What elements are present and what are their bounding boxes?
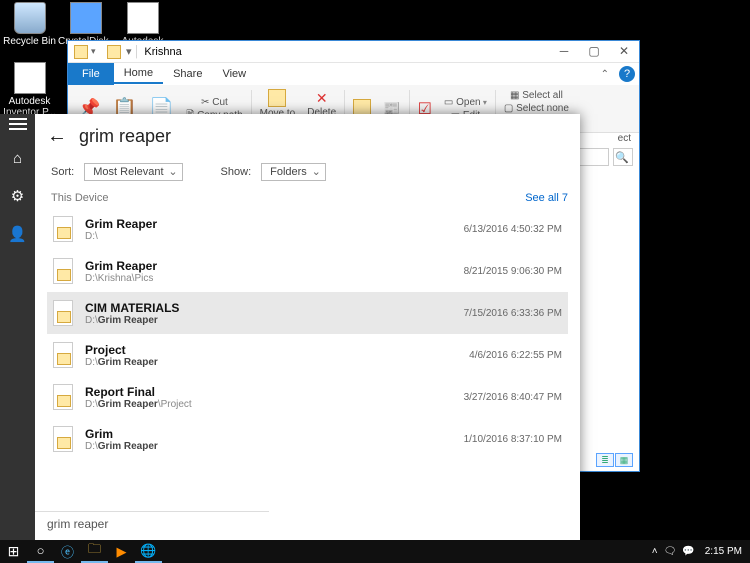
section-label: This Device	[51, 192, 108, 204]
icon-label: Recycle Bin	[2, 36, 57, 47]
folder-icon	[53, 426, 73, 452]
collapse-ribbon-icon[interactable]: ⌃	[595, 66, 615, 83]
result-row[interactable]: CIM MATERIALSD:\Grim Reaper 7/15/2016 6:3…	[47, 292, 568, 334]
caret-icon: ▾	[91, 46, 101, 57]
hamburger-icon[interactable]	[9, 118, 27, 130]
result-path: D:\Grim Reaper\Project	[85, 399, 452, 410]
start-button[interactable]: ⊞	[0, 540, 27, 563]
home-tab[interactable]: Home	[114, 64, 163, 84]
minimize-button[interactable]: ─	[549, 41, 579, 63]
search-box[interactable]: 🔍	[613, 148, 633, 166]
open-button[interactable]: ▭ Open	[444, 96, 487, 109]
folder-icon	[53, 300, 73, 326]
see-all-link[interactable]: See all 7	[525, 192, 568, 204]
result-path: D:\Grim Reaper	[85, 315, 452, 326]
cortana-panel: ⌂ ⚙ 👤 ← grim reaper Sort: Most Relevant …	[0, 114, 580, 541]
titlebar[interactable]: ▾ ▾ │ Krishna ─ ▢ ✕	[68, 41, 639, 63]
folder-icon	[53, 384, 73, 410]
folder-icon	[53, 258, 73, 284]
maximize-button[interactable]: ▢	[579, 41, 609, 63]
ribbon-tabs: File Home Share View ⌃ ?	[68, 63, 639, 85]
result-title: CIM MATERIALS	[85, 301, 452, 315]
overflow-icon[interactable]: ▾	[124, 45, 134, 58]
result-title: Report Final	[85, 385, 452, 399]
result-date: 7/15/2016 6:33:36 PM	[464, 308, 562, 319]
search-input[interactable]: grim reaper	[35, 511, 269, 541]
taskbar: ⊞ ○ ⓔ 🗀 ▶ 🌐 ˄ 🗨 💬 2:15 PM	[0, 540, 750, 563]
home-icon[interactable]: ⌂	[13, 150, 22, 167]
result-title: Grim Reaper	[85, 259, 452, 273]
help-icon[interactable]: ?	[619, 66, 635, 82]
crystal-disk-icon	[70, 2, 102, 34]
vlc-taskbar-icon[interactable]: ▶	[108, 540, 135, 563]
tray-chevron-icon[interactable]: ˄	[652, 546, 658, 557]
result-path: D:\Krishna\Pics	[85, 273, 452, 284]
recycle-bin[interactable]: Recycle Bin	[2, 2, 57, 47]
view-tab[interactable]: View	[212, 65, 256, 83]
result-title: Project	[85, 343, 457, 357]
show-dropdown[interactable]: Folders	[261, 163, 326, 181]
select-all-button[interactable]: ▦ Select all	[510, 89, 563, 102]
file-tab[interactable]: File	[68, 63, 114, 85]
share-tab[interactable]: Share	[163, 65, 212, 83]
autodesk-inventor-icon	[14, 62, 46, 94]
edge-taskbar-icon[interactable]: ⓔ	[54, 540, 81, 563]
window-title: Krishna	[140, 46, 549, 58]
results-list: Grim ReaperD:\6/13/2016 4:50:32 PMGrim R…	[35, 208, 580, 511]
folder-icon	[53, 216, 73, 242]
settings-icon[interactable]: ⚙	[11, 187, 24, 205]
result-row[interactable]: Grim ReaperD:\ 6/13/2016 4:50:32 PM	[47, 208, 568, 250]
explorer-taskbar-icon[interactable]: 🗀	[81, 540, 108, 563]
folder-icon	[53, 342, 73, 368]
cortana-taskbar-button[interactable]: ○	[27, 540, 54, 563]
show-label: Show:	[221, 166, 252, 178]
details-view-icon[interactable]: ≣	[596, 453, 614, 467]
sort-dropdown[interactable]: Most Relevant	[84, 163, 182, 181]
result-path: D:\Grim Reaper	[85, 441, 452, 452]
sort-label: Sort:	[51, 166, 74, 178]
result-title: Grim Reaper	[85, 217, 452, 231]
result-path: D:\Grim Reaper	[85, 357, 457, 368]
tray-speaker-icon[interactable]: 🗨	[664, 546, 677, 557]
autodesk-icon	[127, 2, 159, 34]
cortana-rail: ⌂ ⚙ 👤	[0, 114, 35, 541]
tiles-view-icon[interactable]: ▦	[615, 453, 633, 467]
result-path: D:\	[85, 231, 452, 242]
folder-icon	[74, 45, 88, 59]
result-date: 3/27/2016 8:40:47 PM	[464, 392, 562, 403]
feedback-icon[interactable]: 👤	[8, 225, 27, 243]
result-date: 4/6/2016 6:22:55 PM	[469, 350, 562, 361]
autodesk-inventor[interactable]: Autodesk Inventor P...	[2, 62, 57, 118]
back-button[interactable]: ←	[41, 125, 79, 148]
result-date: 1/10/2016 8:37:10 PM	[464, 434, 562, 445]
close-button[interactable]: ✕	[609, 41, 639, 63]
query-heading: grim reaper	[79, 126, 171, 147]
recycle-bin-icon	[14, 2, 46, 34]
result-row[interactable]: GrimD:\Grim Reaper 1/10/2016 8:37:10 PM	[47, 418, 568, 460]
result-date: 6/13/2016 4:50:32 PM	[464, 224, 562, 235]
action-center-icon[interactable]: 💬	[682, 546, 694, 557]
result-row[interactable]: ProjectD:\Grim Reaper 4/6/2016 6:22:55 PM	[47, 334, 568, 376]
result-row[interactable]: Grim ReaperD:\Krishna\Pics 8/21/2015 9:06…	[47, 250, 568, 292]
result-date: 8/21/2015 9:06:30 PM	[464, 266, 562, 277]
cut-button[interactable]: ✂ Cut	[201, 96, 228, 109]
chrome-taskbar-icon[interactable]: 🌐	[135, 540, 162, 563]
folder-icon	[107, 45, 121, 59]
result-title: Grim	[85, 427, 452, 441]
clock[interactable]: 2:15 PM	[701, 546, 746, 557]
result-row[interactable]: Report FinalD:\Grim Reaper\Project 3/27/2…	[47, 376, 568, 418]
